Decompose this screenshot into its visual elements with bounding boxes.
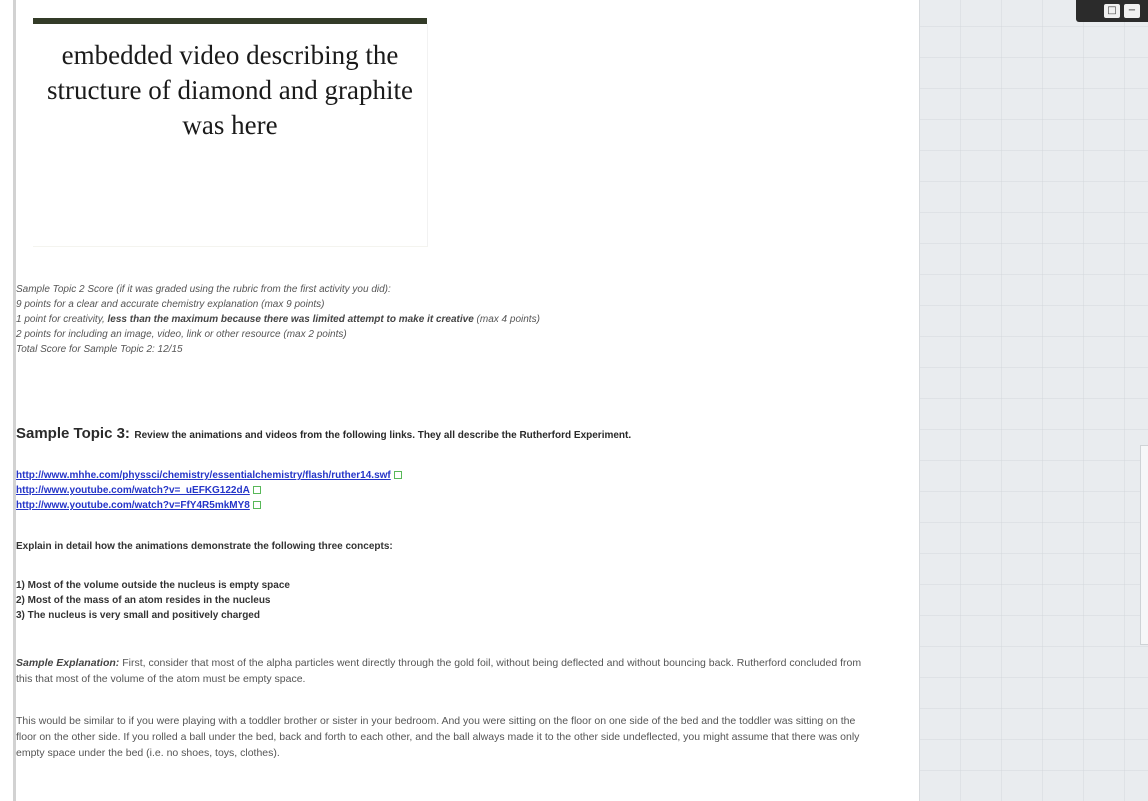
link-item: http://www.youtube.com/watch?v=FfY4R5mkM… [16, 498, 402, 513]
sample-explanation: Sample Explanation: First, consider that… [16, 655, 866, 687]
restore-icon[interactable]: □ [1104, 4, 1120, 18]
link-list: http://www.mhhe.com/physsci/chemistry/es… [16, 468, 402, 513]
analogy-paragraph: This would be similar to if you were pla… [16, 715, 860, 759]
external-link-icon [252, 486, 261, 495]
concept-list: 1) Most of the volume outside the nucleu… [16, 578, 290, 623]
minimize-icon[interactable]: − [1124, 4, 1140, 18]
sample-explanation-label: Sample Explanation: [16, 657, 120, 669]
explain-prompt: Explain in detail how the animations dem… [16, 541, 393, 552]
right-side-panel: □ − [919, 0, 1148, 801]
score-line-2: 9 points for a clear and accurate chemis… [16, 299, 325, 310]
link-mhhe[interactable]: http://www.mhhe.com/physsci/chemistry/es… [16, 470, 391, 481]
score-line-3-suffix: (max 4 points) [473, 314, 540, 325]
external-link-icon [252, 501, 261, 510]
link-youtube-1[interactable]: http://www.youtube.com/watch?v=_uEFKG122… [16, 485, 250, 496]
score-line-3-prefix: 1 point for creativity, [16, 314, 108, 325]
window-controls: □ − [1076, 0, 1148, 22]
document-page: embedded video describing the structure … [16, 0, 919, 801]
concept-item: 1) Most of the volume outside the nucleu… [16, 580, 290, 591]
video-caption: embedded video describing the structure … [47, 40, 413, 140]
score-line-4: 2 points for including an image, video, … [16, 329, 347, 340]
link-youtube-2[interactable]: http://www.youtube.com/watch?v=FfY4R5mkM… [16, 500, 250, 511]
concept-item: 3) The nucleus is very small and positiv… [16, 610, 260, 621]
panel-scroll-handle[interactable] [1140, 445, 1148, 645]
link-item: http://www.mhhe.com/physsci/chemistry/es… [16, 468, 402, 483]
score-block: Sample Topic 2 Score (if it was graded u… [16, 282, 816, 357]
topic-3-instruction: Review the animations and videos from th… [134, 430, 632, 441]
score-line-3-bold: less than the maximum because there was … [107, 314, 474, 325]
score-line-5: Total Score for Sample Topic 2: 12/15 [16, 344, 183, 355]
external-link-icon [393, 471, 402, 480]
concept-item: 2) Most of the mass of an atom resides i… [16, 595, 271, 606]
topic-3-heading: Sample Topic 3: Review the animations an… [16, 425, 896, 443]
sample-explanation-text: First, consider that most of the alpha p… [16, 657, 862, 685]
topic-3-title: Sample Topic 3: [16, 425, 130, 442]
link-item: http://www.youtube.com/watch?v=_uEFKG122… [16, 483, 402, 498]
left-border [0, 0, 16, 801]
score-line-1: Sample Topic 2 Score (if it was graded u… [16, 284, 391, 295]
score-line-3: 1 point for creativity, less than the ma… [16, 312, 816, 327]
